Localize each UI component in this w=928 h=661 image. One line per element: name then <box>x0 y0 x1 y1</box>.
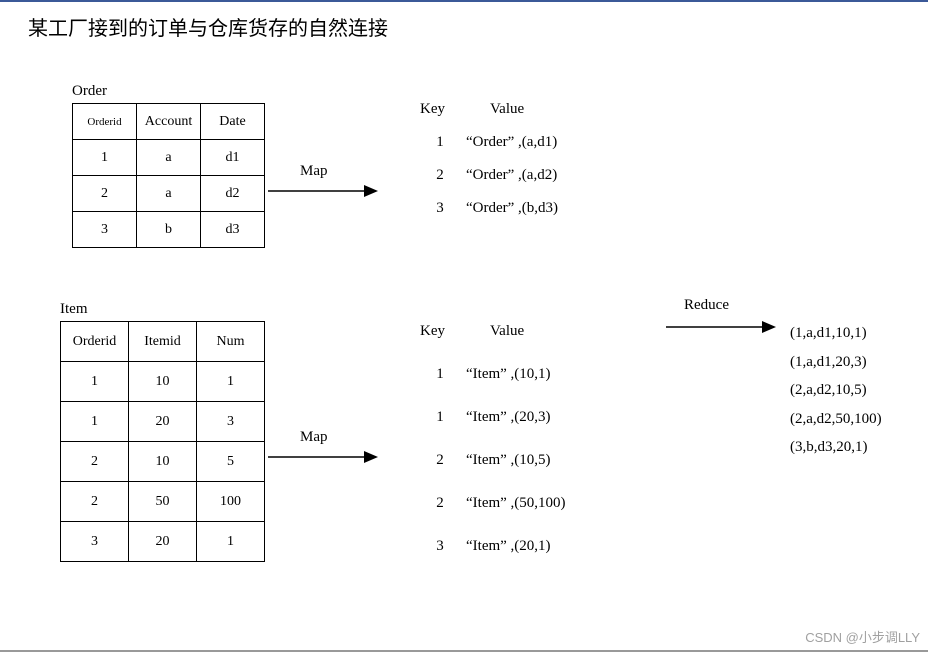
kv-header: Key Value <box>420 101 558 118</box>
table-row: 2 10 5 <box>61 442 265 482</box>
diagram-area: Order Orderid Account Date 1 a d1 2 a d2… <box>0 41 928 661</box>
table-row: 3 b d3 <box>73 212 265 248</box>
result-row: (3,b,d3,20,1) <box>790 433 882 462</box>
order-kv-block: Key Value 1 “Order” ,(a,d1) 2 “Order” ,(… <box>420 101 558 217</box>
result-row: (1,a,d1,10,1) <box>790 319 882 348</box>
reduce-label: Reduce <box>684 297 729 314</box>
table-row: 1 a d1 <box>73 140 265 176</box>
col-header: Orderid <box>61 322 129 362</box>
kv-row: 3 “Order” ,(b,d3) <box>420 200 558 217</box>
table-row: 2 50 100 <box>61 482 265 522</box>
map-label-2: Map <box>300 429 328 446</box>
kv-row: 2 “Item” ,(10,5) <box>420 452 566 469</box>
arrow-icon <box>268 447 378 467</box>
arrow-icon <box>268 181 378 201</box>
result-row: (2,a,d2,10,5) <box>790 376 882 405</box>
result-row: (2,a,d2,50,100) <box>790 405 882 434</box>
table-row: 2 a d2 <box>73 176 265 212</box>
arrow-icon <box>666 317 776 337</box>
kv-row: 3 “Item” ,(20,1) <box>420 538 566 555</box>
map-label-1: Map <box>300 163 328 180</box>
table-row: 1 20 3 <box>61 402 265 442</box>
order-label: Order <box>72 83 107 100</box>
kv-row: 1 “Item” ,(10,1) <box>420 366 566 383</box>
col-header: Num <box>197 322 265 362</box>
item-label: Item <box>60 301 88 318</box>
reduce-output: (1,a,d1,10,1) (1,a,d1,20,3) (2,a,d2,10,5… <box>790 319 882 462</box>
kv-value-header: Value <box>470 101 524 118</box>
col-header: Itemid <box>129 322 197 362</box>
item-kv-block: Key Value 1 “Item” ,(10,1) 1 “Item” ,(20… <box>420 323 566 555</box>
order-table: Orderid Account Date 1 a d1 2 a d2 3 b d… <box>72 103 265 248</box>
kv-key-header: Key <box>420 101 470 118</box>
kv-key-header: Key <box>420 323 470 340</box>
item-table: Orderid Itemid Num 1 10 1 1 20 3 2 10 5 … <box>60 321 265 562</box>
table-row: 1 10 1 <box>61 362 265 402</box>
col-header: Orderid <box>73 104 137 140</box>
table-header-row: Orderid Account Date <box>73 104 265 140</box>
kv-row: 2 “Item” ,(50,100) <box>420 495 566 512</box>
kv-row: 1 “Order” ,(a,d1) <box>420 134 558 151</box>
col-header: Account <box>137 104 201 140</box>
result-row: (1,a,d1,20,3) <box>790 348 882 377</box>
watermark: CSDN @小步调LLY <box>805 627 920 646</box>
table-header-row: Orderid Itemid Num <box>61 322 265 362</box>
page-title: 某工厂接到的订单与仓库货存的自然连接 <box>0 2 928 41</box>
kv-row: 1 “Item” ,(20,3) <box>420 409 566 426</box>
kv-row: 2 “Order” ,(a,d2) <box>420 167 558 184</box>
kv-header: Key Value <box>420 323 566 340</box>
table-row: 3 20 1 <box>61 522 265 562</box>
kv-value-header: Value <box>470 323 524 340</box>
col-header: Date <box>201 104 265 140</box>
